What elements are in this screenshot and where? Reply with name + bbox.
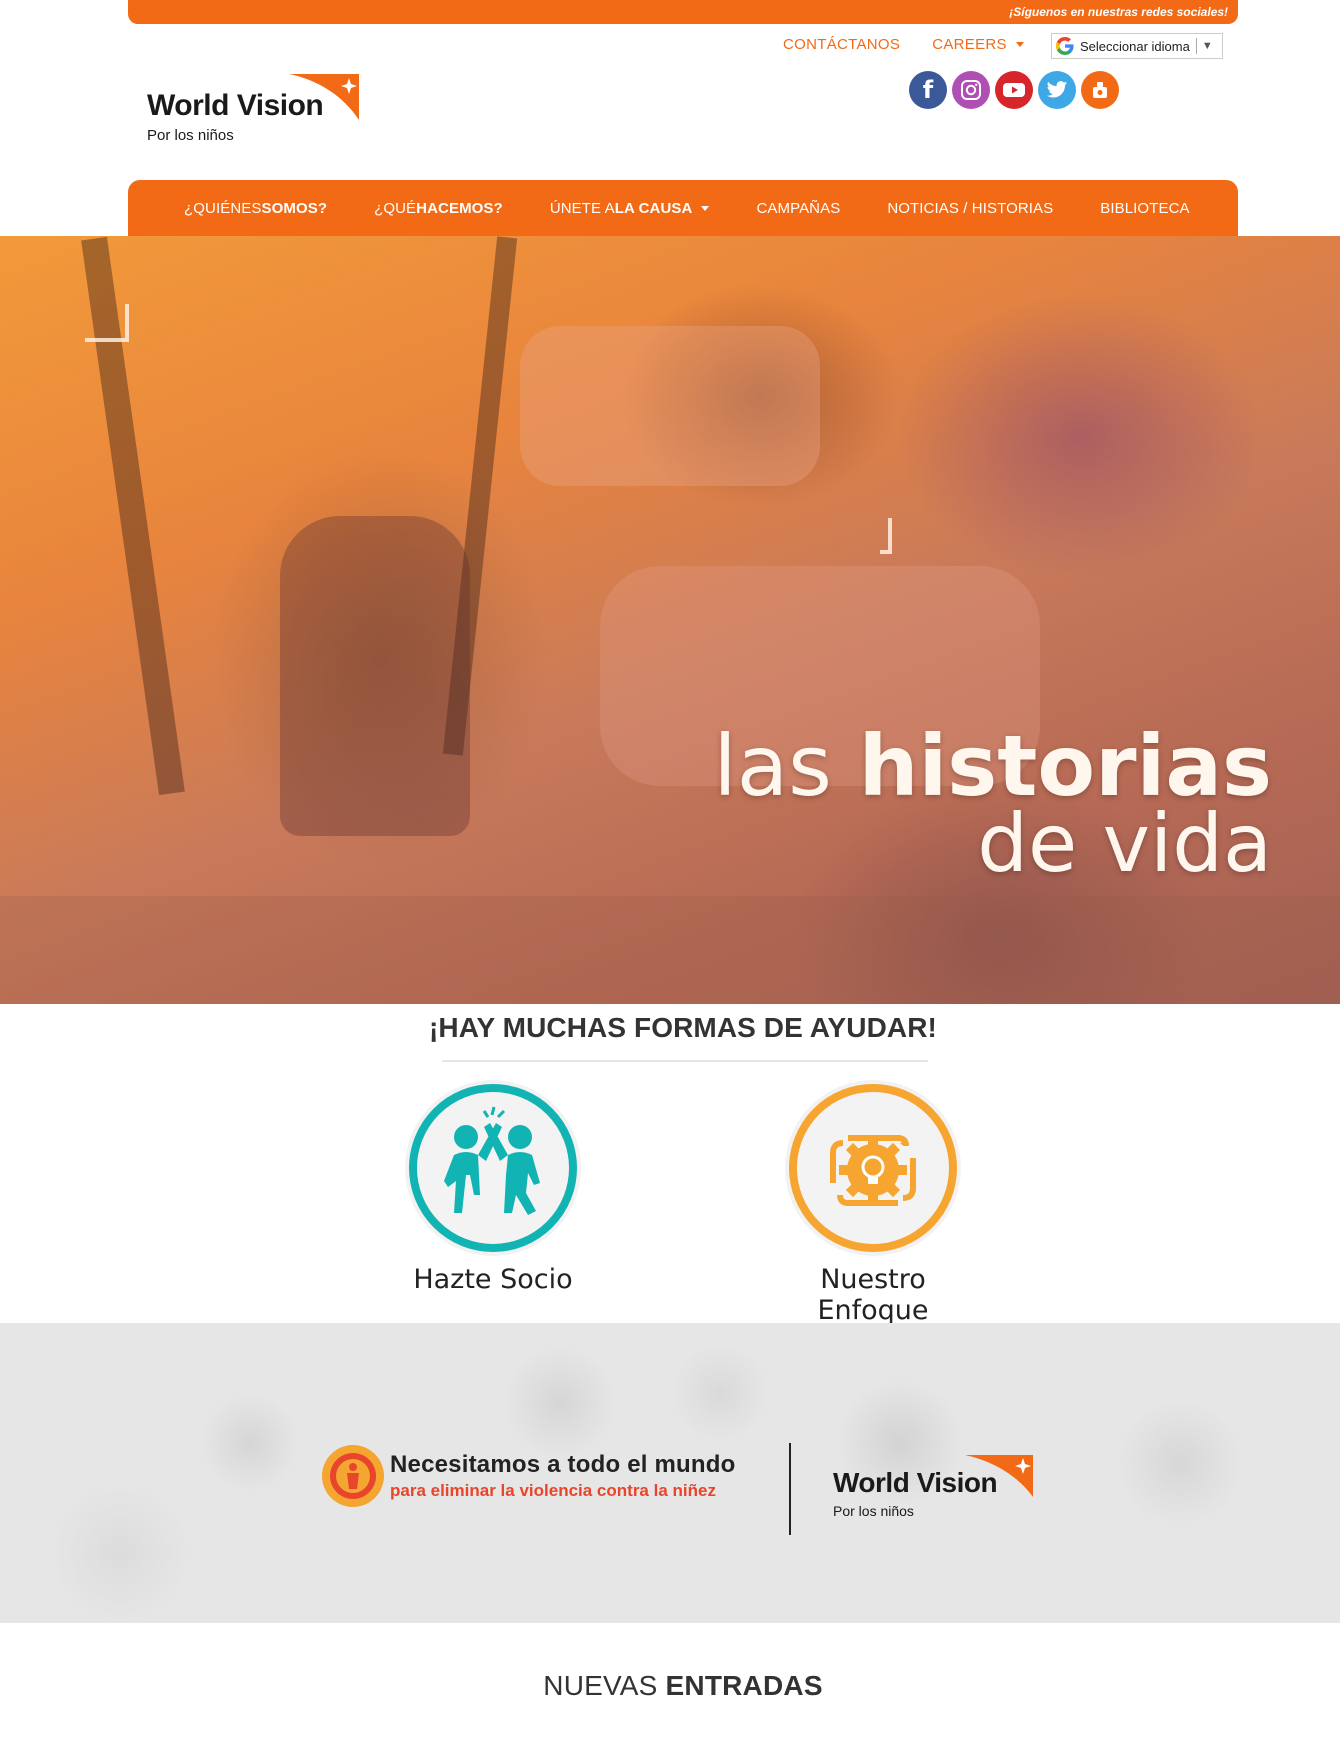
nav-item-biblioteca[interactable]: BIBLIOTECA xyxy=(1100,200,1189,217)
careers-dropdown[interactable]: CAREERS xyxy=(932,36,1024,53)
nav-item-noticias[interactable]: NOTICIAS / HISTORIAS xyxy=(887,200,1053,217)
nav-label: ¿QUIÉNES xyxy=(184,199,262,217)
world-vision-logo[interactable]: World Vision Por los niños xyxy=(147,72,377,152)
hero-title: las historias de vida xyxy=(713,724,1272,884)
hero-banner[interactable]: las historias de vida xyxy=(0,236,1340,1004)
nav-item-campanas[interactable]: CAMPAÑAS xyxy=(756,200,840,217)
help-section-title: ¡HAY MUCHAS FORMAS DE AYUDAR! xyxy=(429,1012,937,1043)
hero-title-line2: de vida xyxy=(977,797,1272,890)
hero-corner-bracket xyxy=(85,304,129,342)
campaign-headline: Necesitamos a todo el mundo xyxy=(390,1451,736,1478)
campaign-world-vision-logo: World Vision Por los niños xyxy=(833,1453,1043,1525)
instagram-glyph xyxy=(961,80,981,100)
worldvision-icon[interactable] xyxy=(1081,71,1119,109)
card-icon-circle xyxy=(785,1080,961,1256)
logo-name: World Vision xyxy=(147,89,324,122)
social-follow-text: ¡Síguenos en nuestras redes sociales! xyxy=(1009,5,1228,19)
nav-label-bold: LA CAUSA xyxy=(614,199,693,217)
gear-lightbulb-icon xyxy=(789,1084,957,1252)
twitter-icon[interactable] xyxy=(1038,71,1076,109)
campaign-subline: para eliminar la violencia contra la niñ… xyxy=(390,1481,716,1500)
select-separator xyxy=(1195,38,1197,54)
hero-image-shape xyxy=(0,896,1340,1004)
campaign-message: Necesitamos a todo el mundo para elimina… xyxy=(322,1445,735,1507)
logo-tagline: Por los niños xyxy=(833,1503,914,1519)
nav-item-unete[interactable]: ÚNETE A LA CAUSA xyxy=(550,200,710,217)
hero-image-shape xyxy=(520,326,820,486)
card-label: Nuestro Enfoque xyxy=(817,1264,929,1326)
card-icon-circle xyxy=(405,1080,581,1256)
main-nav: ¿QUIÉNES SOMOS? ¿QUÉ HACEMOS? ÚNETE A LA… xyxy=(128,180,1238,236)
nav-label: ¿QUÉ xyxy=(374,199,417,217)
entries-title-light: NUEVAS xyxy=(543,1670,666,1701)
social-follow-strip: ¡Síguenos en nuestras redes sociales! xyxy=(128,0,1238,24)
nav-item-quienes-somos[interactable]: ¿QUIÉNES SOMOS? xyxy=(184,200,327,217)
nav-label-bold: SOMOS? xyxy=(261,199,328,217)
dropdown-arrow-icon: ▼ xyxy=(1201,40,1213,52)
card-label: Hazte Socio xyxy=(413,1264,573,1295)
contact-link[interactable]: CONTÁCTANOS xyxy=(783,36,900,53)
language-select-label: Seleccionar idioma xyxy=(1080,38,1190,54)
twitter-glyph xyxy=(1046,81,1068,98)
chevron-down-icon xyxy=(1015,42,1024,47)
nav-label-bold: HACEMOS? xyxy=(416,199,503,217)
facebook-icon[interactable]: f xyxy=(909,71,947,109)
nav-label: ÚNETE A xyxy=(549,199,615,217)
worldvision-glyph xyxy=(1093,82,1107,98)
help-divider xyxy=(442,1060,928,1062)
entries-title-bold: ENTRADAS xyxy=(665,1670,823,1701)
language-select[interactable]: Seleccionar idioma ▼ xyxy=(1051,33,1223,59)
card-hazte-socio[interactable]: Hazte Socio xyxy=(383,1080,603,1295)
new-entries-title: NUEVAS ENTRADAS xyxy=(0,1670,1340,1702)
instagram-icon[interactable] xyxy=(952,71,990,109)
hero-corner-bracket xyxy=(880,518,892,554)
youtube-glyph xyxy=(1003,83,1025,97)
campaign-banner[interactable]: Necesitamos a todo el mundo para elimina… xyxy=(0,1323,1340,1623)
logo-name: World Vision xyxy=(833,1467,998,1498)
social-icons: f xyxy=(909,71,1124,109)
chevron-down-icon xyxy=(701,205,710,211)
logo-tagline: Por los niños xyxy=(147,127,234,144)
campaign-divider xyxy=(789,1443,791,1535)
card-nuestro-enfoque[interactable]: Nuestro Enfoque xyxy=(763,1080,983,1326)
google-icon xyxy=(1056,37,1074,55)
high-five-kids-icon xyxy=(409,1084,577,1252)
campaign-emblem-icon xyxy=(322,1445,384,1507)
family-emblem-icon xyxy=(330,1453,376,1499)
youtube-icon[interactable] xyxy=(995,71,1033,109)
hero-title-light: las xyxy=(713,717,859,815)
hero-image-shape xyxy=(280,516,470,836)
utility-links: CONTÁCTANOS CAREERS xyxy=(783,36,1056,53)
nav-item-que-hacemos[interactable]: ¿QUÉ HACEMOS? xyxy=(374,200,503,217)
careers-label: CAREERS xyxy=(932,36,1007,53)
